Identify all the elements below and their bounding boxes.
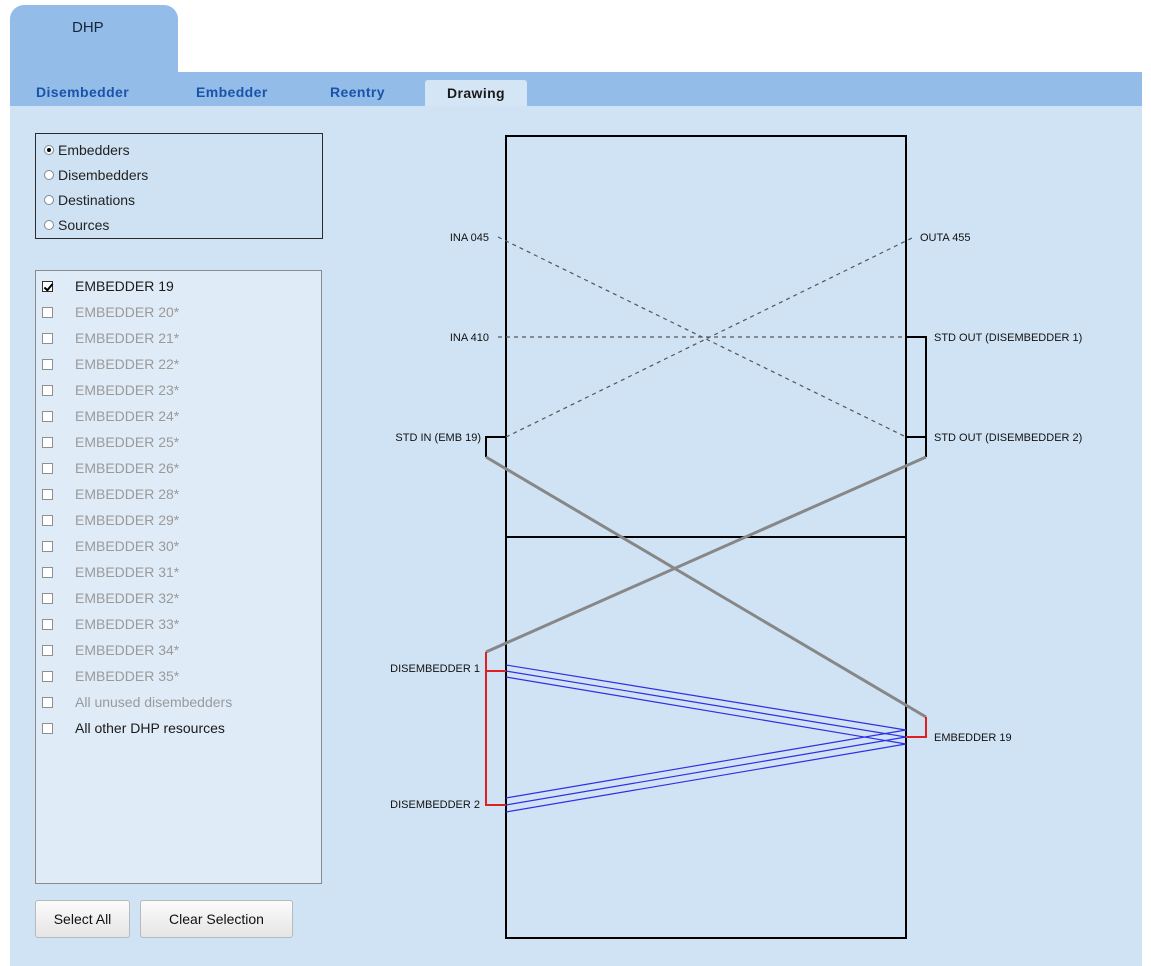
- label-std-out-disembedder-1: STD OUT (DISEMBEDDER 1): [934, 332, 1082, 344]
- label-ina-410: INA 410: [450, 332, 489, 344]
- label-std-out-disembedder-2: STD OUT (DISEMBEDDER 2): [934, 432, 1082, 444]
- std-out-d1-connector: [906, 336, 927, 457]
- audio-route: [505, 743, 907, 813]
- audio-route: [505, 670, 907, 738]
- routing-diagram: INA 045 OUTA 455 INA 410 STD OUT (DISEMB…: [390, 135, 1082, 939]
- audio-route: [505, 676, 907, 745]
- std-in-connector: [485, 436, 506, 457]
- label-disembedder-1: DISEMBEDDER 1: [390, 663, 480, 675]
- audio-route: [505, 729, 907, 799]
- label-outa-455: OUTA 455: [920, 232, 971, 244]
- label-std-in-emb-19: STD IN (EMB 19): [395, 432, 481, 444]
- audio-route: [505, 664, 907, 731]
- video-route: [485, 455, 927, 654]
- label-ina-045: INA 045: [450, 232, 489, 244]
- label-disembedder-2: DISEMBEDDER 2: [390, 799, 480, 811]
- selection-bracket: [485, 652, 506, 806]
- selection-bracket: [906, 717, 927, 738]
- label-embedder-19: EMBEDDER 19: [934, 732, 1012, 744]
- audio-route: [505, 736, 907, 806]
